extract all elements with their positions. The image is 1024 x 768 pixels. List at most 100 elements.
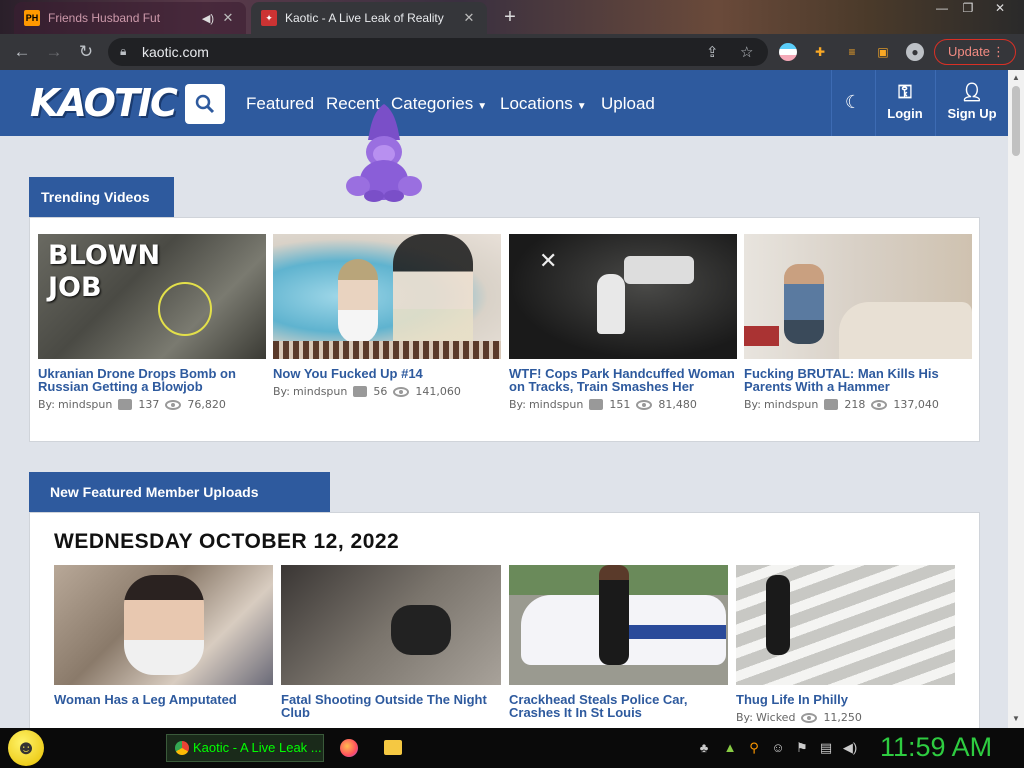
scrollbar-thumb[interactable] (1012, 86, 1020, 156)
tray-flag-icon[interactable]: ⚑ (794, 740, 810, 756)
video-thumbnail[interactable] (509, 565, 728, 685)
extension-flag-icon[interactable] (779, 43, 797, 61)
purple-gnome-mascot[interactable] (346, 102, 422, 202)
comment-icon (824, 399, 839, 410)
video-title[interactable]: Ukranian Drone Drops Bomb on Russian Get… (38, 367, 266, 393)
by-label: By: (744, 398, 761, 411)
bed (839, 302, 972, 359)
nav-locations[interactable]: Locations ▼ (500, 94, 587, 114)
video-title[interactable]: Fucking BRUTAL: Man Kills His Parents Wi… (744, 367, 972, 393)
video-thumbnail[interactable] (281, 565, 501, 685)
share-icon[interactable]: ⇪ (706, 43, 719, 61)
signup-label: Sign Up (947, 106, 997, 121)
nav-featured[interactable]: Featured (246, 94, 314, 114)
view-count: 11,250 (823, 711, 862, 724)
video-card[interactable]: Crackhead Steals Police Car, Crashes It … (509, 565, 728, 719)
video-card[interactable]: ✕ WTF! Cops Park Handcuffed Woman on Tra… (509, 234, 737, 411)
profile-avatar-icon[interactable]: ● (906, 43, 924, 61)
nav-label: Featured (246, 94, 315, 113)
fence-strip (273, 341, 501, 359)
update-button[interactable]: Update ⋮ (934, 39, 1016, 65)
by-label: By: (273, 385, 290, 398)
video-thumbnail[interactable]: ✕ (509, 234, 737, 359)
video-card[interactable]: Fatal Shooting Outside The Night Club (281, 565, 501, 719)
speaker-icon[interactable]: ◀) (202, 12, 214, 25)
browser-tab-active[interactable]: ✦ Kaotic - A Live Leak of Reality ✕ (251, 2, 487, 34)
back-button[interactable]: ← (12, 42, 32, 62)
smiley-start-icon[interactable]: ☻ (8, 730, 44, 766)
kaotic-logo[interactable]: KAOTIC (30, 78, 178, 128)
taskbar-chrome-task[interactable]: Kaotic - A Live Leak ... (166, 734, 324, 762)
signup-button[interactable]: 👤︎ Sign Up (940, 78, 1004, 128)
side-panel-icon[interactable]: ▣ (874, 43, 892, 61)
video-title[interactable]: WTF! Cops Park Handcuffed Woman on Track… (509, 367, 737, 393)
video-thumbnail[interactable] (736, 565, 955, 685)
video-title[interactable]: Woman Has a Leg Amputated (54, 693, 273, 706)
video-thumbnail[interactable] (273, 234, 501, 359)
video-thumbnail[interactable] (54, 565, 273, 685)
minimize-icon[interactable]: — (928, 0, 956, 20)
browser-tab-strip: PH Friends Husband Fut ◀) ✕ ✦ Kaotic - A… (0, 0, 1024, 34)
author-link[interactable]: Wicked (756, 711, 795, 724)
menu-dots-icon[interactable]: ⋮ (992, 40, 1005, 64)
url-text[interactable]: kaotic.com (142, 44, 209, 60)
video-thumbnail[interactable] (744, 234, 972, 359)
video-title[interactable]: Now You Fucked Up #14 (273, 367, 501, 380)
scroll-up-icon[interactable]: ▲ (1012, 73, 1020, 82)
browser-tab-inactive[interactable]: PH Friends Husband Fut ◀) ✕ (14, 2, 246, 34)
video-title[interactable]: Crackhead Steals Police Car, Crashes It … (509, 693, 728, 719)
nav-upload[interactable]: Upload (601, 94, 655, 114)
new-tab-button[interactable]: + (498, 6, 522, 29)
author-link[interactable]: mindspun (529, 398, 583, 411)
nav-label: Locations (500, 94, 573, 113)
person-figure (784, 264, 824, 344)
maximize-icon[interactable]: ❐ (954, 0, 982, 20)
tray-app-icon[interactable]: ☺ (770, 740, 786, 756)
nav-label: Upload (601, 94, 655, 113)
video-card[interactable]: Fucking BRUTAL: Man Kills His Parents Wi… (744, 234, 972, 411)
author-link[interactable]: mindspun (58, 398, 112, 411)
login-button[interactable]: ⚿ Login (873, 78, 937, 128)
scroll-down-icon[interactable]: ▼ (1012, 714, 1020, 723)
author-link[interactable]: mindspun (764, 398, 818, 411)
media-control-icon[interactable]: ≡ (843, 43, 861, 61)
close-window-icon[interactable]: ✕ (986, 0, 1014, 20)
ph-favicon-icon: PH (24, 10, 40, 26)
page-viewport: KAOTIC Featured Recent Categories ▼ Locat… (0, 70, 1008, 728)
person-figure (597, 274, 625, 334)
tray-search-icon[interactable]: ⚲ (746, 740, 762, 756)
featured-heading[interactable]: New Featured Member Uploads (29, 472, 330, 512)
video-title[interactable]: Thug Life In Philly (736, 693, 955, 706)
extensions-puzzle-icon[interactable]: ✚ (811, 43, 829, 61)
taskbar-clock[interactable]: 11:59 AM (880, 732, 992, 763)
tray-volume-icon[interactable]: ◀) (842, 740, 858, 756)
eye-icon (636, 399, 653, 410)
firefox-icon[interactable] (340, 739, 358, 757)
tray-app-icon[interactable]: ♣ (696, 740, 712, 756)
update-label: Update (948, 44, 990, 59)
video-thumbnail[interactable]: BLOWN JOB (38, 234, 266, 359)
search-button[interactable] (185, 84, 225, 124)
bookmark-star-icon[interactable]: ☆ (740, 43, 753, 61)
tray-app-icon[interactable]: ▲ (722, 740, 738, 756)
author-link[interactable]: mindspun (293, 385, 347, 398)
lock-icon[interactable]: 🔒︎ (120, 44, 126, 59)
divider (935, 70, 936, 136)
address-bar[interactable]: 🔒︎ kaotic.com ⇪ ☆ (108, 38, 768, 66)
close-tab-icon[interactable]: ✕ (461, 10, 477, 26)
page-scrollbar[interactable]: ▲ ▼ (1008, 70, 1024, 728)
video-card[interactable]: Thug Life In Philly By: Wicked 11,250 (736, 565, 955, 724)
folder-icon[interactable] (384, 740, 402, 755)
person-figure (124, 575, 204, 675)
video-card[interactable]: Woman Has a Leg Amputated (54, 565, 273, 706)
caret-down-icon: ▼ (477, 101, 488, 112)
comment-count: 56 (373, 385, 388, 398)
tray-network-icon[interactable]: ▤ (818, 740, 834, 756)
video-card[interactable]: BLOWN JOB Ukranian Drone Drops Bomb on R… (38, 234, 266, 411)
video-card[interactable]: Now You Fucked Up #14 By: mindspun 56 141,0… (273, 234, 501, 398)
forward-button[interactable]: → (44, 42, 64, 62)
video-title[interactable]: Fatal Shooting Outside The Night Club (281, 693, 501, 719)
trending-heading[interactable]: Trending Videos (29, 177, 174, 217)
close-tab-icon[interactable]: ✕ (220, 10, 236, 26)
reload-button[interactable]: ↻ (76, 42, 96, 62)
